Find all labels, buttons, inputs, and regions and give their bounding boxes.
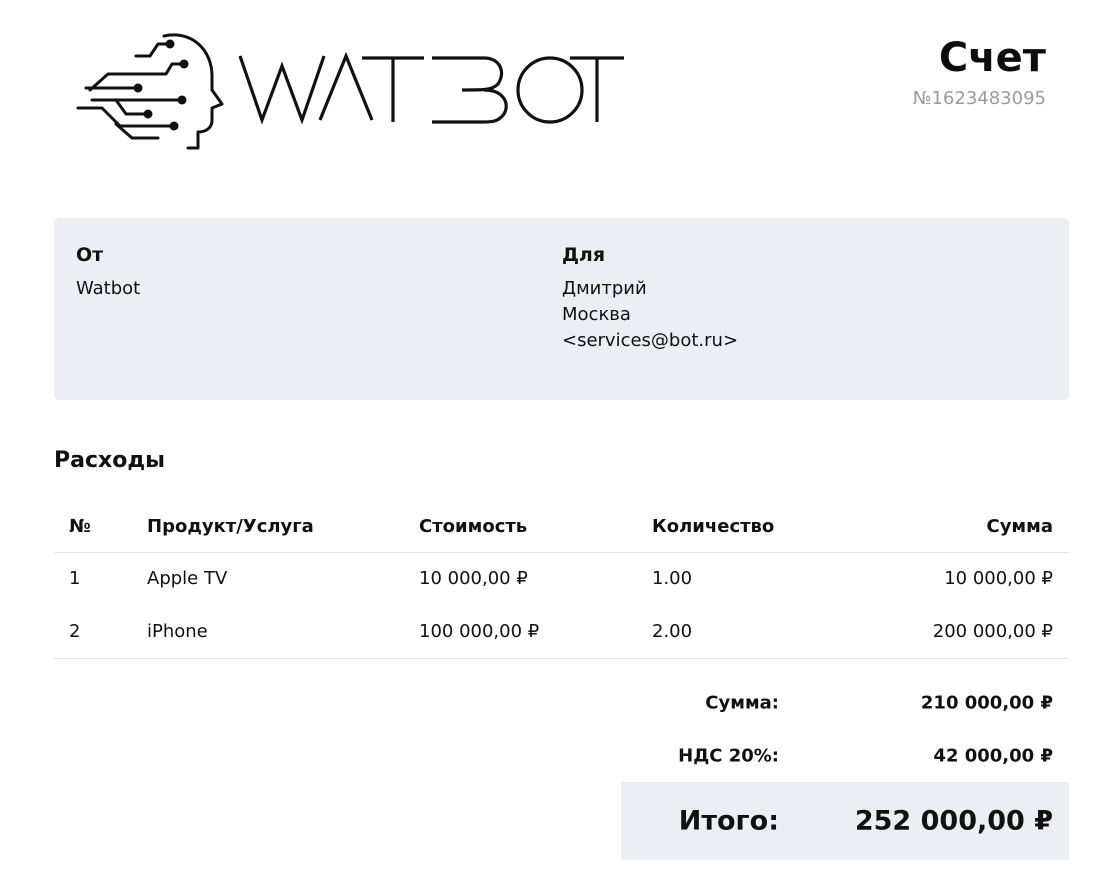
from-block: От Watbot	[76, 242, 140, 302]
grand-total-row: Итого: 252 000,00 ₽	[621, 782, 1069, 860]
row-cost: 10 000,00 ₽	[419, 568, 528, 590]
subtotal-row: Сумма: 210 000,00 ₽	[621, 676, 1069, 729]
from-name: Watbot	[76, 278, 141, 299]
to-email: <services@bot.ru>	[562, 330, 739, 351]
column-header-sum: Сумма	[852, 502, 1069, 553]
expenses-title: Расходы	[54, 448, 165, 473]
column-header-number: №	[54, 502, 147, 553]
watbot-logo	[76, 33, 624, 150]
expenses-table: № Продукт/Услуга Стоимость Количество Су…	[54, 502, 1069, 659]
vat-value: 42 000,00 ₽	[933, 745, 1053, 766]
table-header-row: № Продукт/Услуга Стоимость Количество Су…	[54, 502, 1069, 553]
row-quantity: 1.00	[652, 568, 693, 590]
column-header-product: Продукт/Услуга	[147, 502, 419, 553]
to-name: Дмитрий	[562, 278, 647, 299]
grand-total-value: 252 000,00 ₽	[854, 805, 1053, 837]
row-number: 1	[69, 568, 81, 590]
column-header-quantity: Количество	[652, 502, 852, 553]
row-product: iPhone	[147, 605, 419, 659]
parties-panel: От Watbot Для Дмитрий Москва <services@b…	[54, 218, 1069, 400]
row-cost: 100 000,00 ₽	[419, 605, 652, 659]
row-quantity: 2.00	[652, 605, 852, 659]
vat-row: НДС 20%: 42 000,00 ₽	[621, 729, 1069, 782]
totals-block: Сумма: 210 000,00 ₽ НДС 20%: 42 000,00 ₽…	[621, 676, 1069, 860]
table-row: 1 Apple TV 10 000,00 ₽ 1.00 10 000,00 ₽	[54, 552, 1069, 605]
invoice-title: Счет	[938, 35, 1046, 81]
invoice-header: Счет №1623483095	[913, 34, 1046, 110]
subtotal-value: 210 000,00 ₽	[920, 692, 1053, 713]
column-header-cost: Стоимость	[419, 502, 652, 553]
grand-total-label: Итого:	[678, 805, 779, 837]
row-sum: 200 000,00 ₽	[852, 605, 1069, 659]
row-number: 2	[54, 605, 147, 659]
to-block: Для Дмитрий Москва <services@bot.ru>	[562, 242, 738, 354]
subtotal-label: Сумма:	[705, 692, 779, 713]
row-product: Apple TV	[147, 568, 228, 590]
table-row: 2 iPhone 100 000,00 ₽ 2.00 200 000,00 ₽	[54, 605, 1069, 659]
vat-label: НДС 20%:	[678, 745, 779, 766]
to-heading: Для	[562, 244, 606, 266]
from-heading: От	[76, 244, 104, 266]
row-sum: 10 000,00 ₽	[944, 568, 1053, 590]
invoice-number: №1623483095	[912, 88, 1046, 109]
to-city: Москва	[562, 304, 631, 325]
